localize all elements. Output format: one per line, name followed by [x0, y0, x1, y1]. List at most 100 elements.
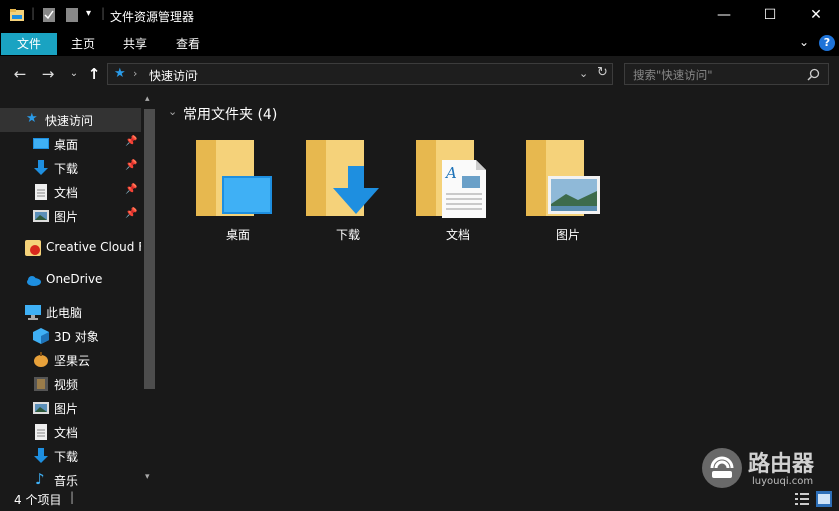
maximize-button[interactable]: ☐: [747, 0, 793, 30]
nav-item-downloads-pc[interactable]: 下载: [0, 444, 141, 468]
nav-item-label: 快速访问: [45, 114, 94, 128]
download-icon: [34, 448, 48, 463]
properties-icon[interactable]: [42, 7, 56, 23]
nav-item-3d-objects[interactable]: 3D 对象: [0, 324, 141, 348]
pictures-icon: [33, 210, 49, 222]
pin-icon: 📌: [125, 208, 138, 219]
window-title: 文件资源管理器: [110, 10, 195, 24]
nav-item-label: 下载: [54, 162, 79, 176]
title-bar: | ▾ | 文件资源管理器 — ☐ ✕: [0, 0, 839, 32]
item-count: 4 个项目: [14, 493, 62, 507]
folder-label: 图片: [555, 228, 580, 242]
search-box[interactable]: 搜索"快速访问": [624, 63, 829, 85]
nav-pane-scrollbar[interactable]: ▴ ▾: [141, 92, 158, 487]
chevron-right-icon[interactable]: ›: [133, 67, 137, 80]
3d-objects-icon: [33, 328, 49, 344]
recent-locations-icon[interactable]: ⌄: [64, 64, 84, 84]
ribbon-expand-icon[interactable]: ⌄: [799, 35, 809, 49]
new-folder-icon[interactable]: [65, 7, 79, 23]
scroll-down-icon[interactable]: ▾: [145, 472, 150, 482]
divider: |: [31, 6, 36, 20]
tab-view[interactable]: 查看: [165, 33, 211, 55]
nav-item-music[interactable]: ♪ 音乐: [0, 468, 141, 487]
nav-item-creative-cloud[interactable]: Creative Cloud F: [0, 236, 145, 260]
content-pane: ⌄ 常用文件夹 (4) 桌面 下载 A 文档 图片: [158, 92, 839, 487]
close-button[interactable]: ✕: [793, 0, 839, 30]
address-dropdown-icon[interactable]: ⌄: [579, 67, 588, 80]
nav-item-quick-access[interactable]: ★ 快速访问: [0, 108, 141, 132]
nav-item-documents[interactable]: 文档 📌: [0, 180, 141, 204]
nav-item-documents-pc[interactable]: 文档: [0, 420, 141, 444]
ribbon-tabs: 文件 主页 共享 查看 ⌄ ?: [0, 32, 839, 56]
nav-item-label: 图片: [54, 402, 79, 416]
details-view-icon[interactable]: [795, 492, 809, 506]
help-icon[interactable]: ?: [819, 35, 835, 51]
music-icon: ♪: [35, 470, 45, 487]
nav-item-downloads[interactable]: 下载 📌: [0, 156, 141, 180]
nav-item-label: 文档: [54, 186, 79, 200]
folder-app-icon: [10, 9, 24, 21]
nav-item-this-pc[interactable]: 此电脑: [0, 300, 141, 324]
download-icon: [34, 160, 48, 175]
refresh-icon[interactable]: ↻: [597, 65, 608, 80]
pin-icon: 📌: [125, 184, 138, 195]
nav-item-pictures[interactable]: 图片 📌: [0, 204, 141, 228]
nav-item-videos[interactable]: 视频: [0, 372, 141, 396]
group-header[interactable]: 常用文件夹 (4): [183, 104, 277, 124]
nav-item-nutstore[interactable]: 坚果云: [0, 348, 141, 372]
pictures-folder-icon: [526, 140, 600, 216]
document-icon: [35, 424, 47, 440]
star-icon: ★: [26, 111, 38, 126]
collapse-group-icon[interactable]: ⌄: [168, 105, 177, 118]
folder-documents[interactable]: A 文档: [406, 136, 510, 246]
videos-icon: [34, 377, 48, 391]
search-icon[interactable]: [807, 68, 820, 81]
nav-item-label: 文档: [54, 426, 79, 440]
pictures-icon: [33, 402, 49, 414]
folder-downloads[interactable]: 下载: [296, 136, 400, 246]
back-button[interactable]: ←: [10, 64, 30, 84]
watermark-url: luyouqi.com: [752, 476, 814, 487]
folder-label: 文档: [445, 228, 470, 242]
qat-dropdown-icon[interactable]: ▾: [86, 8, 91, 19]
desktop-folder-icon: [196, 140, 272, 216]
star-icon: ★: [114, 66, 126, 81]
forward-button[interactable]: →: [38, 64, 58, 84]
divider: |: [101, 6, 106, 20]
scrollbar-thumb[interactable]: [144, 109, 155, 389]
nav-item-label: 视频: [54, 378, 79, 392]
router-logo-icon: [702, 448, 742, 488]
search-placeholder: 搜索"快速访问": [633, 68, 713, 82]
folder-pictures[interactable]: 图片: [516, 136, 620, 246]
nav-item-label: OneDrive: [46, 272, 103, 286]
divider: |: [70, 490, 75, 504]
nav-item-label: 图片: [54, 210, 79, 224]
folder-desktop[interactable]: 桌面: [186, 136, 290, 246]
nav-item-onedrive[interactable]: OneDrive: [0, 268, 141, 292]
nav-item-label: 音乐: [54, 474, 79, 487]
watermark-logo: 路由器 luyouqi.com: [700, 444, 836, 494]
scroll-up-icon[interactable]: ▴: [145, 94, 150, 104]
tab-file[interactable]: 文件: [1, 33, 57, 55]
nav-item-label: 下载: [54, 450, 79, 464]
watermark-brand: 路由器: [748, 452, 815, 477]
nav-item-label: 坚果云: [54, 354, 91, 368]
tab-share[interactable]: 共享: [112, 33, 158, 55]
onedrive-icon: [27, 276, 41, 286]
up-button[interactable]: ↑: [84, 64, 104, 84]
minimize-button[interactable]: —: [701, 0, 747, 30]
address-path[interactable]: 快速访问: [149, 67, 197, 84]
nutstore-icon: [34, 352, 48, 367]
chevron-right-icon[interactable]: ›: [194, 67, 198, 80]
tab-home[interactable]: 主页: [60, 33, 106, 55]
nav-item-desktop[interactable]: 桌面 📌: [0, 132, 141, 156]
document-icon: [35, 184, 47, 200]
pin-icon: 📌: [125, 160, 138, 171]
nav-item-pictures-pc[interactable]: 图片: [0, 396, 141, 420]
folder-label: 桌面: [225, 228, 250, 242]
address-bar[interactable]: ★ › 快速访问 › ⌄ ↻: [107, 63, 613, 85]
documents-folder-icon: A: [416, 140, 486, 218]
address-row: ← → ⌄ ↑ ★ › 快速访问 › ⌄ ↻ 搜索"快速访问": [0, 56, 839, 92]
desktop-icon: [33, 138, 49, 149]
nav-item-label: 桌面: [54, 138, 79, 152]
